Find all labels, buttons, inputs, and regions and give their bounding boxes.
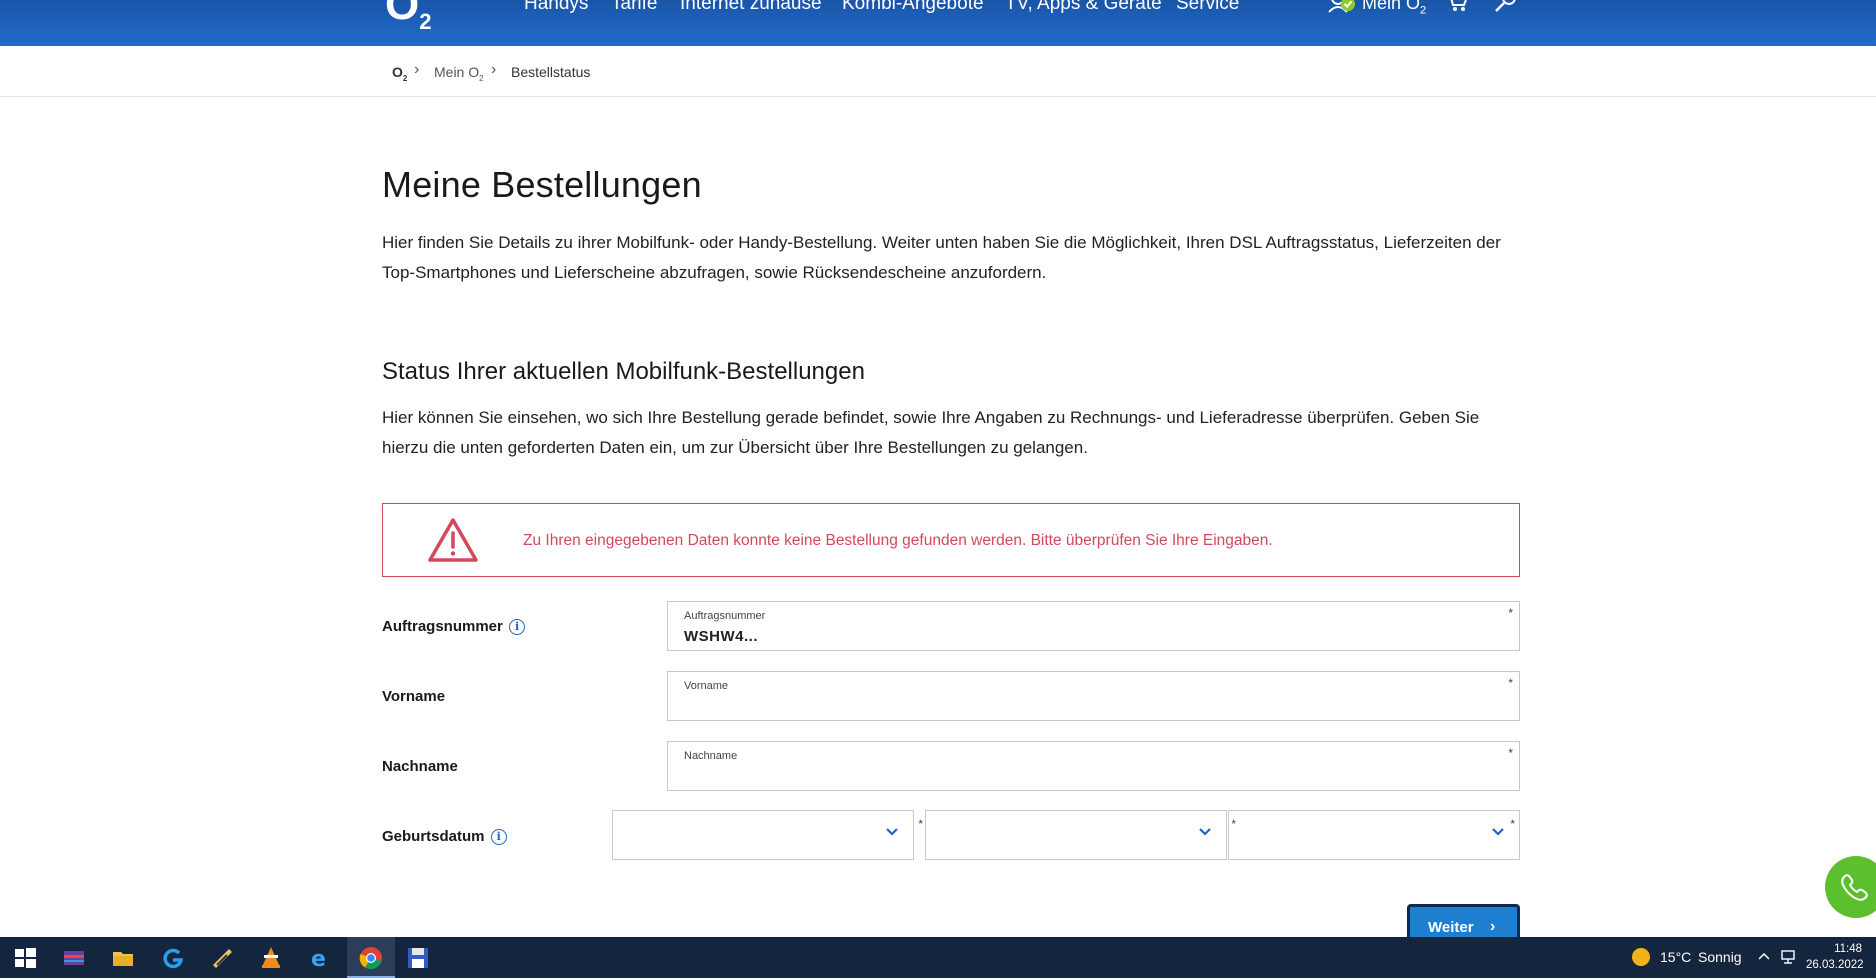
chevron-down-icon [886,828,898,836]
required-mark: * [1508,746,1513,760]
warning-icon [428,518,478,562]
weather-temp[interactable]: 15°C [1660,949,1691,965]
clock-time: 11:48 [1834,943,1862,955]
breadcrumb-mein-o2-text: Mein O [434,64,480,80]
breadcrumb-mein-o2[interactable]: Mein O2 [434,64,484,83]
clock-date: 26.03.2022 [1806,959,1864,971]
chevron-down-icon [1199,828,1211,836]
page-intro: Hier finden Sie Details zu ihrer Mobilfu… [382,233,1501,282]
nav-item-tarife[interactable]: Tarife [611,0,657,15]
nav-item-tv-apps[interactable]: TV, Apps & Geräte [1005,0,1162,15]
nav-item-handys[interactable]: Handys [524,0,588,15]
nachname-label: Nachname [382,758,458,775]
tool-icon[interactable] [209,945,235,971]
breadcrumb-bestellstatus: Bestellstatus [511,64,591,80]
top-navigation: O2 Handys Tarife Internet zuhause Kombi-… [0,0,1876,46]
winrar-icon[interactable] [61,945,87,971]
o2-logo[interactable]: O2 [385,0,431,35]
breadcrumb-separator: › [414,61,420,78]
internet-explorer-icon[interactable]: e [307,945,333,971]
weather-text[interactable]: Sonnig [1698,949,1742,965]
required-mark: * [1508,606,1513,620]
logo-text: O [385,0,420,29]
save-disk-icon[interactable] [405,945,431,971]
phone-icon [1841,874,1868,901]
breadcrumb-mein-o2-sub: 2 [479,73,484,83]
chevron-up-icon[interactable] [1758,951,1770,963]
error-alert: Zu Ihren eingegebenen Daten konnte keine… [382,503,1520,577]
info-icon[interactable]: i [509,619,526,636]
section-intro: Hier können Sie einsehen, wo sich Ihre B… [382,408,1480,457]
auftragsnummer-label: Auftragsnummer i [382,618,526,636]
vlc-icon[interactable] [258,945,284,971]
required-mark: * [1508,676,1513,690]
mein-o2-sub: 2 [1420,4,1427,17]
mein-o2-link[interactable]: Mein O2 [1362,0,1426,17]
auftragsnummer-label-text: Auftragsnummer [382,618,503,635]
nav-item-service[interactable]: Service [1176,0,1239,15]
breadcrumb-home-sub: 2 [402,73,408,83]
auftragsnummer-field[interactable]: Auftragsnummer WSHW4... * [667,601,1520,651]
geburtsdatum-label: Geburtsdatum i [382,828,507,846]
svg-text:e: e [311,947,326,971]
user-check-icon[interactable] [1328,0,1358,14]
info-icon[interactable]: i [490,829,507,846]
windows-start-icon[interactable] [12,945,38,971]
section-title: Status Ihrer aktuellen Mobilfunk-Bestell… [382,358,865,385]
file-explorer-icon[interactable] [110,945,136,971]
vorname-label: Vorname [382,688,446,705]
logo-sub: 2 [419,8,432,34]
required-mark: * [918,817,923,831]
chevron-down-icon [1492,828,1504,836]
nachname-floating-label: Nachname [684,750,738,762]
nav-item-kombi[interactable]: Kombi-Angebote [842,0,984,15]
breadcrumb-separator: › [491,61,497,78]
mein-o2-text: Mein O [1362,0,1421,13]
birth-day-select[interactable]: * [612,810,923,860]
breadcrumb-home[interactable]: O2 [392,64,407,83]
birth-month-select[interactable]: * [925,810,1236,860]
chrome-icon[interactable] [358,945,384,971]
search-icon[interactable] [1493,0,1519,14]
nachname-field[interactable]: Nachname * [667,741,1520,791]
system-clock[interactable]: 11:48 26.03.2022 [1806,941,1864,973]
vorname-field[interactable]: Vorname * [667,671,1520,721]
weiter-label: Weiter [1428,919,1474,936]
logitech-g-icon[interactable] [160,945,186,971]
windows-taskbar: e 15°C Sonnig 11:48 26.03.2022 [0,937,1876,978]
birth-year-select[interactable]: * [1228,810,1520,860]
breadcrumb: O2 › Mein O2 › Bestellstatus [0,46,1876,97]
required-mark: * [1510,817,1515,831]
geburtsdatum-label-text: Geburtsdatum [382,828,485,845]
auftragsnummer-value: WSHW4... [684,628,758,645]
chevron-right-icon: › [1490,918,1496,935]
network-icon[interactable] [1780,949,1798,965]
auftragsnummer-floating-label: Auftragsnummer [684,610,766,622]
nav-item-internet[interactable]: Internet zuhause [680,0,822,15]
breadcrumb-home-text: O [392,64,403,80]
vorname-floating-label: Vorname [684,680,729,692]
weather-sun-icon [1632,948,1650,966]
page-title: Meine Bestellungen [382,164,702,205]
cart-icon[interactable] [1445,0,1469,12]
call-button[interactable] [1825,856,1876,918]
error-message: Zu Ihren eingegebenen Daten konnte keine… [523,532,1273,549]
